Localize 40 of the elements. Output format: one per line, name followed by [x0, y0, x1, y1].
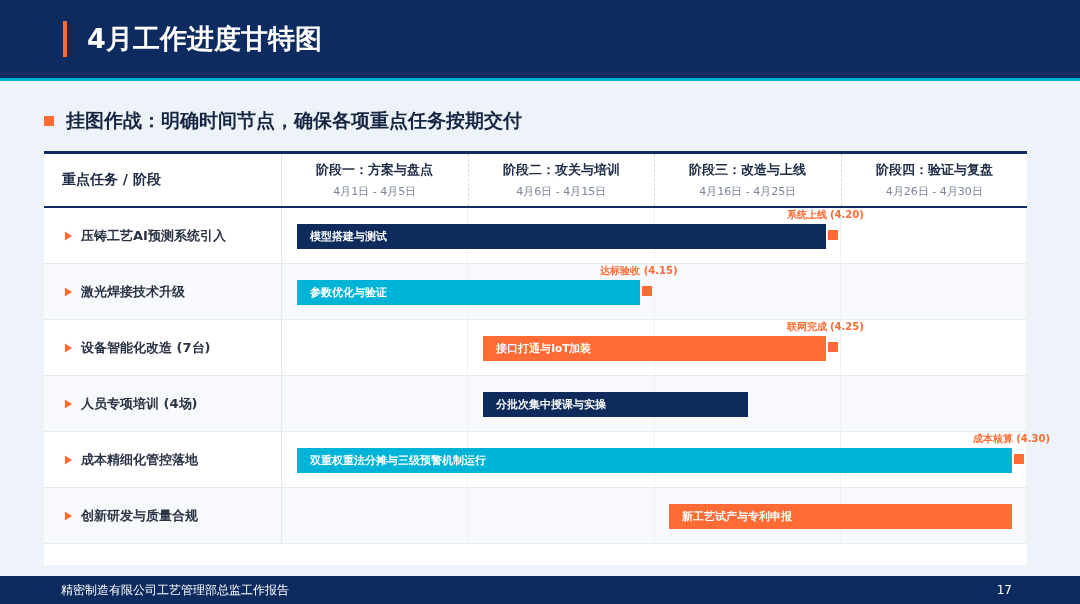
gantt-bar: 模型搭建与测试 [296, 224, 826, 249]
milestone-label: 系统上线 (4.20) [786, 209, 864, 221]
page-number: 17 [996, 583, 1012, 597]
square-icon [44, 116, 54, 126]
phase-dates: 4月6日 - 4月15日 [516, 184, 607, 199]
gantt-bar: 新工艺试产与专利申报 [669, 504, 1013, 529]
triangle-icon [64, 342, 73, 353]
section-subtitle: 挂图作战：明确时间节点，确保各项重点任务按期交付 [66, 108, 522, 133]
phase-title: 阶段二：攻关与培训 [502, 161, 620, 179]
phase-dates: 4月26日 - 4月30日 [885, 184, 983, 199]
milestone-label: 达标验收 (4.15) [600, 265, 678, 277]
milestone-label: 成本核算 (4.30) [972, 433, 1051, 445]
gantt-bar: 分批次集中授课与实操 [483, 392, 748, 417]
task-name: 人员专项培训 (4场) [81, 394, 198, 413]
milestone-marker [1014, 454, 1025, 464]
page-title: 4月工作进度甘特图 [87, 22, 322, 56]
milestone-marker [827, 230, 838, 240]
column-header: 重点任务 / 阶段 [62, 171, 161, 189]
triangle-icon [64, 454, 73, 465]
task-name: 压铸工艺AI预测系统引入 [81, 226, 226, 245]
footer-text: 精密制造有限公司工艺管理部总监工作报告 [61, 581, 289, 599]
gantt-bar: 接口打通与IoT加装 [483, 336, 826, 361]
phase-dates: 4月16日 - 4月25日 [699, 184, 797, 199]
phase-title: 阶段三：改造与上线 [689, 161, 807, 179]
task-name: 设备智能化改造 (7台) [81, 338, 211, 357]
triangle-icon [64, 230, 73, 241]
triangle-icon [64, 398, 73, 409]
milestone-marker [827, 342, 838, 352]
phase-dates: 4月1日 - 4月5日 [333, 184, 417, 199]
phase-title: 阶段四：验证与复盘 [875, 161, 993, 179]
milestone-marker [641, 286, 652, 296]
task-name: 成本精细化管控落地 [81, 450, 198, 469]
milestone-label: 联网完成 (4.25) [786, 321, 864, 333]
task-name: 激光焊接技术升级 [81, 282, 185, 301]
triangle-icon [64, 510, 73, 521]
phase-title: 阶段一：方案与盘点 [316, 161, 434, 179]
gantt-bar: 参数优化与验证 [296, 280, 640, 305]
triangle-icon [64, 286, 73, 297]
task-name: 创新研发与质量合规 [81, 506, 198, 525]
gantt-bar: 双重权重法分摊与三级预警机制运行 [296, 448, 1013, 473]
